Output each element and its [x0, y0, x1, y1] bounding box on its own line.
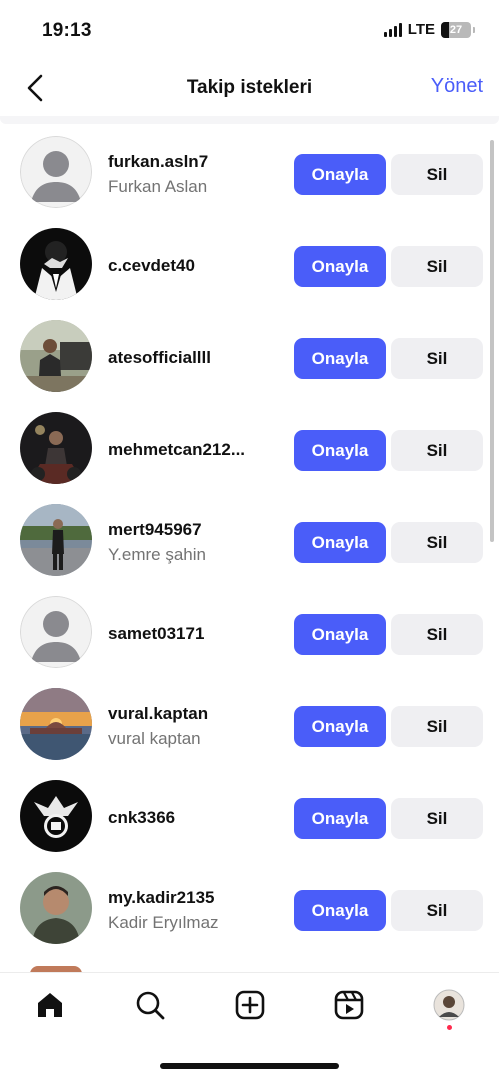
- request-names: atesofficiallll: [108, 312, 288, 404]
- request-names: furkan.asln7 Furkan Aslan: [108, 128, 288, 220]
- approve-button[interactable]: Onayla: [294, 614, 386, 655]
- default-avatar-icon: [20, 596, 92, 668]
- delete-button[interactable]: Sil: [391, 522, 483, 563]
- manage-button[interactable]: Yönet: [431, 75, 483, 98]
- portrait-photo: [20, 872, 92, 944]
- request-names: mert945967 Y.emre şahin: [108, 496, 288, 588]
- delete-button[interactable]: Sil: [391, 890, 483, 931]
- home-indicator: [160, 1063, 339, 1069]
- request-row[interactable]: my.kadir2135 Kadir Eryılmaz Onayla Sil: [0, 864, 499, 956]
- tab-create[interactable]: [230, 985, 270, 1025]
- request-row[interactable]: vural.kaptan vural kaptan Onayla Sil: [0, 680, 499, 772]
- request-names: c.cevdet40: [108, 220, 288, 312]
- request-row[interactable]: mehmetcan212... Onayla Sil: [0, 404, 499, 496]
- tab-search[interactable]: [130, 985, 170, 1025]
- username[interactable]: atesofficiallll: [108, 348, 288, 368]
- approve-button[interactable]: Onayla: [294, 430, 386, 471]
- request-names: vural.kaptan vural kaptan: [108, 680, 288, 772]
- request-names: samet03171: [108, 588, 288, 680]
- full-name: Y.emre şahin: [108, 544, 206, 564]
- header: Takip istekleri Yönet: [0, 62, 499, 116]
- username[interactable]: furkan.asln7: [108, 152, 288, 172]
- tab-reels[interactable]: [329, 985, 369, 1025]
- avatar[interactable]: [20, 412, 92, 484]
- signal-icon: [383, 22, 402, 37]
- network-label: LTE: [407, 21, 435, 38]
- person-photo: [20, 320, 92, 392]
- avatar[interactable]: [20, 596, 92, 668]
- username[interactable]: samet03171: [108, 624, 288, 644]
- notification-dot: [447, 1025, 452, 1030]
- username[interactable]: my.kadir2135: [108, 888, 288, 908]
- delete-button[interactable]: Sil: [391, 706, 483, 747]
- avatar[interactable]: [20, 872, 92, 944]
- scrollbar[interactable]: [490, 140, 494, 542]
- avatar[interactable]: [20, 504, 92, 576]
- status-bar: 19:13 LTE 27: [0, 0, 499, 62]
- sunset-photo: [20, 688, 92, 760]
- search-area-edge: [0, 116, 499, 124]
- approve-button[interactable]: Onayla: [294, 338, 386, 379]
- delete-button[interactable]: Sil: [391, 246, 483, 287]
- battery-icon: 27: [441, 21, 471, 38]
- night-photo: [20, 412, 92, 484]
- page-title: Takip istekleri: [186, 77, 313, 98]
- create-icon: [235, 990, 265, 1020]
- delete-button[interactable]: Sil: [391, 614, 483, 655]
- approve-button[interactable]: Onayla: [294, 522, 386, 563]
- full-name: vural kaptan: [108, 728, 201, 748]
- avatar[interactable]: [20, 228, 92, 300]
- request-row[interactable]: cnk3366 Onayla Sil: [0, 772, 499, 864]
- username[interactable]: mehmetcan212...: [108, 440, 288, 460]
- avatar[interactable]: [20, 688, 92, 760]
- battery-percent: 27: [449, 23, 463, 36]
- street-photo: [20, 504, 92, 576]
- avatar[interactable]: [20, 320, 92, 392]
- search-icon: [136, 991, 165, 1020]
- battery-fill: [441, 21, 450, 38]
- approve-button[interactable]: Onayla: [294, 154, 386, 195]
- avatar[interactable]: [20, 136, 92, 208]
- suit-photo: [20, 228, 92, 300]
- username[interactable]: vural.kaptan: [108, 704, 288, 724]
- request-row[interactable]: furkan.asln7 Furkan Aslan Onayla Sil: [0, 128, 499, 220]
- username[interactable]: cnk3366: [108, 808, 288, 828]
- profile-avatar: [433, 989, 465, 1021]
- approve-button[interactable]: Onayla: [294, 706, 386, 747]
- request-row[interactable]: atesofficiallll Onayla Sil: [0, 312, 499, 404]
- request-names: my.kadir2135 Kadir Eryılmaz: [108, 864, 288, 956]
- delete-button[interactable]: Sil: [391, 338, 483, 379]
- battery-cap: [473, 26, 475, 33]
- default-avatar-icon: [20, 136, 92, 208]
- approve-button[interactable]: Onayla: [294, 798, 386, 839]
- avatar[interactable]: [20, 780, 92, 852]
- username[interactable]: c.cevdet40: [108, 256, 288, 276]
- delete-button[interactable]: Sil: [391, 798, 483, 839]
- request-row[interactable]: c.cevdet40 Onayla Sil: [0, 220, 499, 312]
- full-name: Kadir Eryılmaz: [108, 912, 219, 932]
- delete-button[interactable]: Sil: [391, 154, 483, 195]
- full-name: Furkan Aslan: [108, 176, 208, 196]
- status-indicators: LTE 27: [383, 21, 475, 38]
- request-names: mehmetcan212...: [108, 404, 288, 496]
- request-row[interactable]: samet03171 Onayla Sil: [0, 588, 499, 680]
- request-row[interactable]: mert945967 Y.emre şahin Onayla Sil: [0, 496, 499, 588]
- tab-bar: [0, 972, 499, 1039]
- approve-button[interactable]: Onayla: [294, 890, 386, 931]
- tab-profile[interactable]: [429, 985, 469, 1025]
- request-names: cnk3366: [108, 772, 288, 864]
- tab-home[interactable]: [30, 985, 70, 1025]
- eagle-logo: [20, 780, 92, 852]
- approve-button[interactable]: Onayla: [294, 246, 386, 287]
- delete-button[interactable]: Sil: [391, 430, 483, 471]
- status-time: 19:13: [42, 20, 92, 41]
- username[interactable]: mert945967: [108, 520, 288, 540]
- reels-icon: [334, 990, 364, 1020]
- home-icon: [38, 993, 62, 1017]
